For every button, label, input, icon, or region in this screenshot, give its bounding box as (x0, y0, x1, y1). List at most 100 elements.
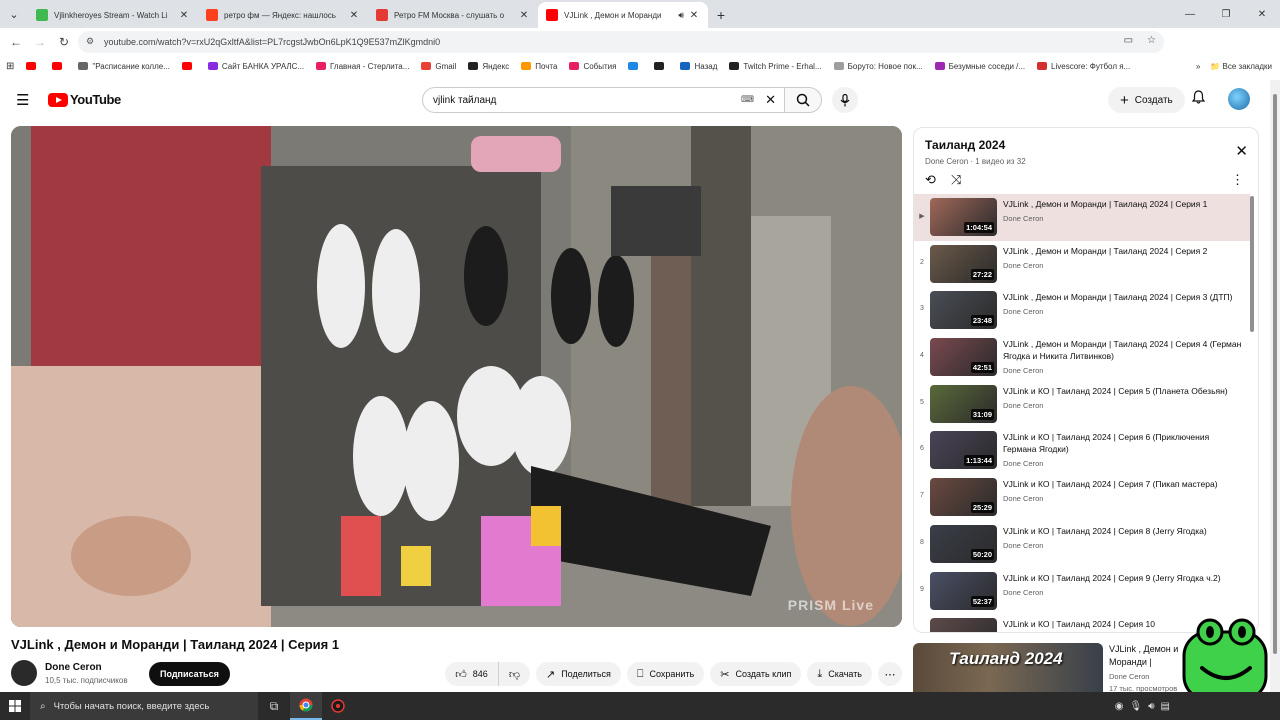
tab-close-icon[interactable]: ✕ (348, 10, 360, 21)
voice-search-button[interactable] (832, 87, 858, 113)
shuffle-icon[interactable]: ⤨ (951, 172, 961, 188)
bookmark-item[interactable] (52, 62, 66, 70)
playlist-item[interactable]: ▶ 1:04:54 VJLink , Демон и Моранди | Таила… (914, 194, 1250, 241)
clear-search-icon[interactable]: ✕ (765, 92, 776, 108)
clip-button[interactable]: ✂ Создать клип (710, 662, 802, 686)
more-bookmarks-icon[interactable]: » (1196, 62, 1200, 71)
bookmark-item[interactable]: Livescore: Футбол я... (1037, 62, 1130, 71)
create-button[interactable]: + Создать (1108, 87, 1185, 113)
bookmark-item[interactable] (26, 62, 40, 70)
windows-start-icon[interactable] (0, 692, 30, 720)
tray-volume-icon[interactable]: 🔊︎ (1148, 701, 1154, 712)
playlist-menu-icon[interactable]: ⋮ (1231, 172, 1244, 188)
playlist-item[interactable]: 5 31:09 VJLink и КО | Таиланд 2024 | Серия… (914, 381, 1250, 428)
tab-close-icon[interactable]: ✕ (518, 10, 530, 21)
bookmark-item[interactable]: Назад (680, 62, 717, 71)
channel-name[interactable]: Done Ceron (45, 662, 102, 673)
app-taskbar-icon[interactable] (322, 692, 354, 720)
subscribe-button[interactable]: Подписаться (149, 662, 230, 686)
page-scrollbar-thumb[interactable] (1273, 94, 1277, 654)
dislike-button[interactable]: 👎︎ (499, 662, 530, 686)
bookmark-item[interactable] (628, 62, 642, 70)
video-player[interactable]: PRISM Live (11, 126, 902, 627)
bookmark-item[interactable]: Боруто: Новое пок... (833, 62, 923, 71)
bookmark-item[interactable]: "Расписание колле... (78, 62, 170, 71)
recommended-thumbnail[interactable]: Таиланд 2024 (913, 643, 1103, 693)
browser-tab[interactable]: VJLink , Демон и Моранди 🔊︎ ✕ (538, 2, 708, 28)
task-view-icon[interactable]: ⧉ (258, 692, 290, 720)
playlist-item[interactable]: 7 25:29 VJLink и КО | Таиланд 2024 | Серия… (914, 474, 1250, 521)
account-avatar[interactable] (1228, 88, 1250, 110)
tray-app-icon[interactable]: ◉ (1115, 701, 1124, 712)
minimize-icon[interactable]: — (1172, 0, 1208, 28)
tab-audio-icon[interactable]: 🔊︎ (678, 10, 684, 21)
playlist-item-thumbnail[interactable]: 1:04:54 (930, 198, 997, 236)
playlist-item[interactable]: 3 23:48 VJLink , Демон и Моранди | Таиланд… (914, 287, 1250, 334)
close-window-icon[interactable]: ✕ (1244, 0, 1280, 28)
playlist-title[interactable]: Таиланд 2024 (925, 138, 1005, 152)
recommended-title[interactable]: VJLink , Демон и Моранди | Таиланд 2024 … (1109, 643, 1181, 669)
menu-icon[interactable]: ☰ (16, 91, 29, 109)
url-field[interactable]: ⚙ youtube.com/watch?v=rxU2qGxltfA&list=P… (78, 31, 1164, 53)
cast-icon[interactable]: ▭ (1124, 35, 1133, 46)
browser-tab[interactable]: Vjlinkheroyes Stream - Watch Li ✕ (28, 2, 198, 28)
tab-close-icon[interactable]: ✕ (178, 10, 190, 21)
search-input[interactable]: vjlink тайланд ⌨ ✕ (422, 87, 784, 113)
taskbar-search-input[interactable]: ⌕ Чтобы начать поиск, введите здесь (30, 692, 258, 720)
playlist-item-thumbnail[interactable]: 25:29 (930, 478, 997, 517)
restore-icon[interactable]: ❐ (1208, 0, 1244, 28)
bookmark-item[interactable]: Безумные соседи /... (934, 62, 1025, 71)
close-playlist-icon[interactable]: ✕ (1235, 142, 1248, 160)
bookmark-item[interactable] (654, 62, 668, 70)
back-icon[interactable]: ← (4, 30, 28, 54)
bookmark-item[interactable]: Сайт БАНКА УРАЛС... (207, 62, 304, 71)
bookmark-star-icon[interactable]: ☆ (1147, 35, 1156, 46)
youtube-logo[interactable]: YouTube (48, 92, 121, 107)
playlist-item-thumbnail[interactable]: 50:20 (930, 524, 997, 563)
playlist-item[interactable]: 6 1:13:44 VJLink и КО | Таиланд 2024 | Сер… (914, 427, 1250, 474)
bookmark-item[interactable]: Яндекс (468, 62, 509, 71)
bookmark-item[interactable] (181, 62, 196, 70)
playlist-item-thumbnail[interactable] (930, 618, 997, 632)
bookmark-item[interactable]: Почта (521, 62, 557, 71)
playlist-item-thumbnail[interactable]: 52:37 (930, 571, 997, 610)
apps-icon[interactable]: ⊞ (6, 61, 14, 72)
save-button[interactable]: ⎕ Сохранить (626, 662, 705, 686)
keyboard-icon[interactable]: ⌨ (741, 94, 754, 105)
share-button[interactable]: ↗ Поделиться (535, 662, 621, 686)
download-button[interactable]: ⤓ Скачать (807, 662, 872, 686)
more-actions-icon[interactable]: ⋯ (878, 662, 902, 686)
chrome-taskbar-icon[interactable] (290, 692, 322, 720)
browser-tab[interactable]: ретро фм — Яндекс: нашлось ✕ (198, 2, 368, 28)
site-info-icon[interactable]: ⚙ (86, 36, 94, 47)
playlist-scrollbar[interactable] (1250, 196, 1254, 332)
playlist-item-thumbnail[interactable]: 42:51 (930, 338, 997, 377)
browser-tab[interactable]: Ретро FM Москва - слушать о ✕ (368, 2, 538, 28)
search-button[interactable] (784, 87, 822, 113)
channel-avatar[interactable] (11, 660, 37, 686)
like-button[interactable]: 👍︎ 846 (445, 662, 499, 686)
all-bookmarks[interactable]: 📁 Все закладки (1210, 62, 1272, 71)
forward-icon[interactable]: → (28, 30, 52, 54)
new-tab-button[interactable]: + (708, 2, 734, 28)
bookmark-item[interactable]: Главная - Стерлита... (316, 62, 409, 71)
playlist-item-thumbnail[interactable]: 27:22 (930, 244, 997, 283)
tab-close-icon[interactable]: ✕ (688, 10, 700, 21)
tray-network-icon[interactable]: ▤ (1161, 701, 1170, 712)
playlist-item-thumbnail[interactable]: 23:48 (930, 291, 997, 330)
tab-search-icon[interactable]: ⌄ (0, 0, 28, 28)
playlist-item[interactable]: 8 50:20 VJLink и КО | Таиланд 2024 | Серия… (914, 521, 1250, 568)
reload-icon[interactable]: ↻ (52, 30, 76, 54)
page-scrollbar[interactable] (1270, 80, 1280, 692)
tray-mic-icon[interactable]: 🎙︎ (1130, 701, 1143, 712)
playlist-item-thumbnail[interactable]: 31:09 (930, 384, 997, 423)
playlist-item[interactable]: 2 27:22 VJLink , Демон и Моранди | Таиланд… (914, 241, 1250, 288)
playlist-item-thumbnail[interactable]: 1:13:44 (930, 431, 997, 470)
loop-icon[interactable]: ⟲ (925, 172, 936, 188)
bookmark-item[interactable]: Gmail (421, 62, 456, 71)
notifications-bell-icon[interactable] (1191, 90, 1206, 107)
playlist-item[interactable]: 9 52:37 VJLink и КО | Таиланд 2024 | Серия… (914, 568, 1250, 615)
playlist-item[interactable]: 4 42:51 VJLink , Демон и Моранди | Таиланд… (914, 334, 1250, 381)
bookmark-item[interactable]: События (569, 62, 616, 71)
bookmark-item[interactable]: Twitch Prime - Erhal... (729, 62, 822, 71)
